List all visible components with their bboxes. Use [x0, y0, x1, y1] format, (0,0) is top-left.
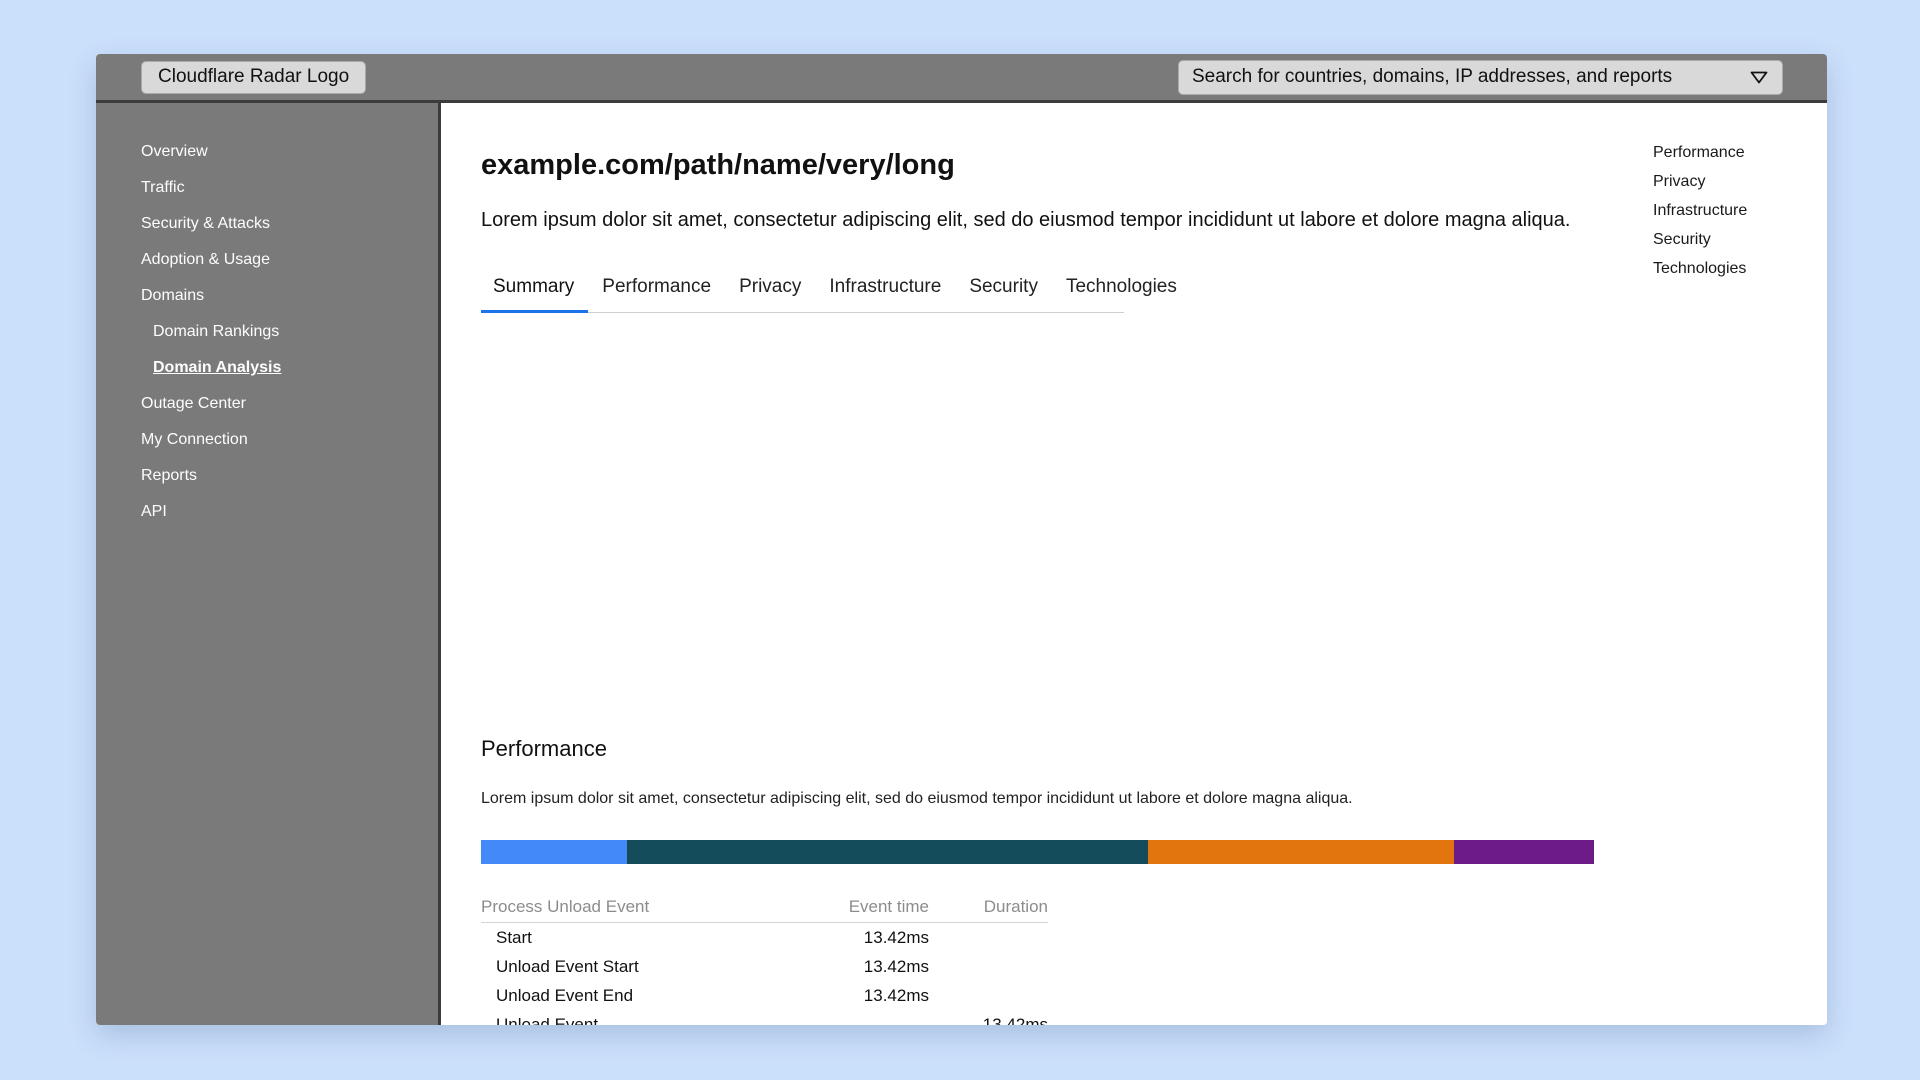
column-header-process-unload-event: Process Unload Event — [481, 897, 650, 916]
top-header-bar: Cloudflare Radar Logo Search for countri… — [96, 54, 1827, 103]
table-header-row: Process Unload Event Event time Duration — [481, 892, 1048, 923]
page-anchor-nav: Performance Privacy Infrastructure Secur… — [1653, 138, 1747, 283]
table-row: Unload Event End 13.42ms — [481, 981, 1048, 1010]
sidebar-item-domains[interactable]: Domains — [96, 278, 438, 314]
sidebar-item-my-connection[interactable]: My Connection — [96, 422, 438, 458]
sidebar-item-api[interactable]: API — [96, 494, 438, 530]
anchor-link-technologies[interactable]: Technologies — [1653, 254, 1747, 283]
column-header-duration: Duration — [983, 897, 1048, 916]
timing-bar-segment-3 — [1147, 840, 1454, 864]
timing-bar-segment-1 — [481, 840, 627, 864]
sidebar-item-traffic[interactable]: Traffic — [96, 170, 438, 206]
tab-summary[interactable]: Summary — [481, 276, 589, 313]
tab-technologies[interactable]: Technologies — [1052, 276, 1191, 313]
search-placeholder-text: Search for countries, domains, IP addres… — [1192, 66, 1673, 87]
anchor-link-security[interactable]: Security — [1653, 225, 1747, 254]
tab-privacy[interactable]: Privacy — [725, 276, 815, 313]
tab-performance[interactable]: Performance — [588, 276, 725, 313]
app-window: Cloudflare Radar Logo Search for countri… — [96, 54, 1827, 1025]
row-label: Unload Event End — [496, 985, 634, 1005]
timing-bar-segment-4 — [1453, 840, 1594, 864]
sidebar-item-reports[interactable]: Reports — [96, 458, 438, 494]
page-title: example.com/path/name/very/long — [481, 149, 955, 181]
timing-bar-segment-2 — [626, 840, 1148, 864]
table-row: Unload Event Start 13.42ms — [481, 952, 1048, 981]
tab-bar: Summary Performance Privacy Infrastructu… — [481, 276, 1177, 313]
performance-section-heading: Performance — [481, 736, 607, 761]
global-search-input[interactable]: Search for countries, domains, IP addres… — [1178, 59, 1783, 95]
anchor-link-privacy[interactable]: Privacy — [1653, 167, 1747, 196]
performance-section-description: Lorem ipsum dolor sit amet, consectetur … — [481, 790, 1353, 807]
row-duration: 13.42ms — [982, 1014, 1048, 1026]
tab-security[interactable]: Security — [955, 276, 1052, 313]
row-label: Unload Event — [496, 1014, 599, 1026]
column-header-event-time: Event time — [848, 897, 929, 916]
row-event-time: 13.42ms — [863, 927, 929, 947]
table-row: Unload Event 13.42ms — [481, 1010, 1048, 1026]
sidebar-item-security-attacks[interactable]: Security & Attacks — [96, 206, 438, 242]
table-row: Start 13.42ms — [481, 923, 1048, 952]
logo-label: Cloudflare Radar Logo — [158, 66, 350, 87]
row-event-time: 13.42ms — [863, 985, 929, 1005]
tab-infrastructure[interactable]: Infrastructure — [815, 276, 955, 313]
sidebar-item-overview[interactable]: Overview — [96, 134, 438, 170]
anchor-link-infrastructure[interactable]: Infrastructure — [1653, 196, 1747, 225]
dropdown-triangle-icon[interactable] — [1749, 70, 1769, 85]
page-intro-text: Lorem ipsum dolor sit amet, consectetur … — [481, 209, 1571, 231]
unload-event-table: Process Unload Event Event time Duration… — [481, 892, 1048, 1025]
sidebar-item-domain-analysis[interactable]: Domain Analysis — [96, 350, 438, 386]
sidebar-item-adoption-usage[interactable]: Adoption & Usage — [96, 242, 438, 278]
performance-timing-bar — [481, 840, 1594, 864]
sidebar-item-domain-rankings[interactable]: Domain Rankings — [96, 314, 438, 350]
row-label: Unload Event Start — [496, 956, 639, 976]
row-event-time: 13.42ms — [863, 956, 929, 976]
row-label: Start — [496, 927, 532, 947]
main-content: Performance Privacy Infrastructure Secur… — [441, 103, 1827, 1025]
main-column: example.com/path/name/very/long Lorem ip… — [481, 148, 1594, 1025]
cloudflare-radar-logo[interactable]: Cloudflare Radar Logo — [141, 60, 367, 94]
sidebar-item-outage-center[interactable]: Outage Center — [96, 386, 438, 422]
sidebar-nav: Overview Traffic Security & Attacks Adop… — [96, 103, 441, 1025]
anchor-link-performance[interactable]: Performance — [1653, 138, 1747, 167]
